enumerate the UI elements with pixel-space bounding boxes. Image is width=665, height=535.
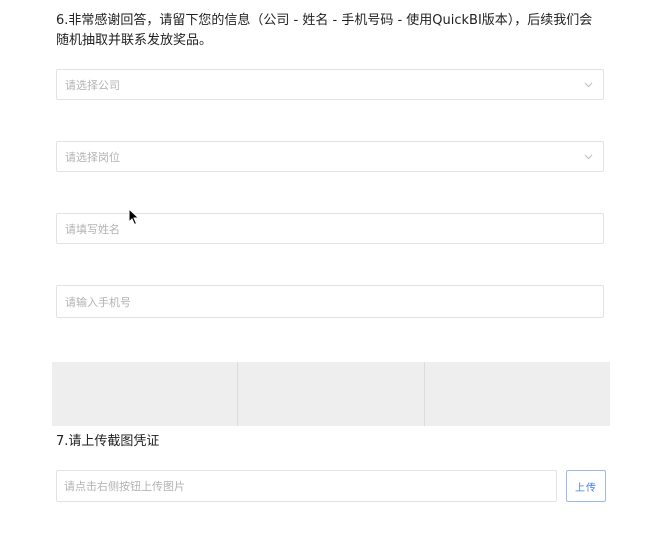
mouse-pointer-icon (128, 207, 140, 226)
loading-placeholder-strip (52, 362, 610, 426)
question-7-title: 7.请上传截图凭证 (56, 434, 160, 449)
chevron-down-icon (583, 152, 593, 162)
placeholder-cell (238, 362, 425, 426)
name-input-placeholder: 请填写姓名 (65, 222, 120, 236)
company-select-placeholder: 请选择公司 (65, 78, 120, 92)
placeholder-cell (52, 362, 239, 426)
question-6-title: 6.非常感谢回答，请留下您的信息（公司 - 姓名 - 手机号码 - 使用Quic… (56, 13, 593, 48)
upload-path-placeholder: 请点击右侧按钮上传图片 (64, 480, 185, 493)
company-select[interactable]: 请选择公司 (56, 69, 604, 100)
position-select[interactable]: 请选择岗位 (56, 141, 604, 172)
upload-path-input[interactable]: 请点击右侧按钮上传图片 (56, 470, 557, 502)
phone-input[interactable]: 请输入手机号 (56, 285, 604, 318)
placeholder-cell (425, 362, 610, 426)
upload-button[interactable]: 上传 (566, 470, 606, 502)
position-select-placeholder: 请选择岗位 (65, 150, 120, 164)
survey-form: 6.非常感谢回答，请留下您的信息（公司 - 姓名 - 手机号码 - 使用Quic… (0, 0, 665, 535)
phone-input-placeholder: 请输入手机号 (65, 295, 131, 309)
chevron-down-icon (583, 80, 593, 90)
